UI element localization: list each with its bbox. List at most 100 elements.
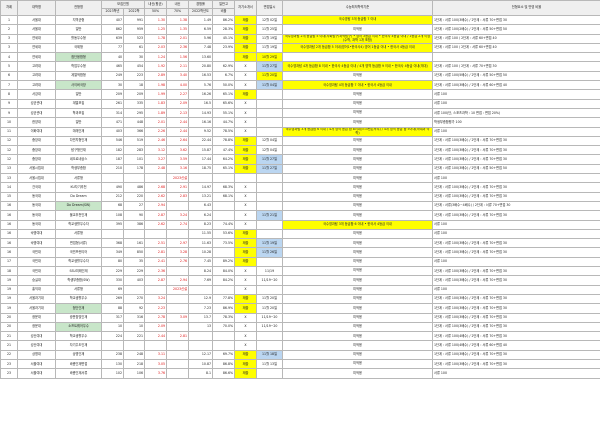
cell-n23: 229 (101, 265, 124, 277)
table-row: 16 국민대 국민프런티어 349 850 2.81 3.28 10.28 제출 11월 26일 미… (0, 247, 600, 258)
cell-g70: 3.40 (166, 70, 190, 82)
cell-n23: 546 (101, 135, 124, 147)
cell-csat: 미적용 (282, 107, 434, 119)
cell-date (256, 340, 284, 351)
cell-g70: 3.24 (166, 210, 190, 221)
cell-n23 (101, 340, 124, 351)
cell-g50: 2.51 (144, 238, 168, 249)
cell-g70: 2.36 (166, 42, 190, 54)
cell-fill (212, 52, 236, 63)
cell-g70: 2.44 (166, 126, 190, 137)
cell-g70: 3.59 (166, 154, 190, 165)
cell-type: 지역균형 (55, 14, 102, 26)
cell-comp: 13.60 (188, 52, 214, 63)
cell-date (256, 200, 284, 212)
cell-n22: 486 (122, 182, 146, 193)
cell-self: 제출 (234, 349, 258, 361)
cell-type: 국제형 (55, 42, 102, 54)
cell-fill: 84.2% (212, 275, 236, 286)
cell-g70: 3.09 (166, 312, 190, 323)
cell-g50: 3.24 (144, 293, 168, 305)
cell-self: 제출 (234, 89, 258, 100)
cell-n22: 316 (122, 312, 146, 323)
cell-g70: 2.94 (166, 275, 190, 286)
table-row: 15 동국대 Do Dream 212 220 2.62 2.83 13.21 68.1% X 미적… (0, 191, 600, 202)
cell-g50: 2.78 (144, 312, 168, 323)
cell-self: X (234, 191, 258, 202)
cell-self: 제출 (234, 135, 258, 147)
col-grade-70: 70% (166, 8, 190, 16)
cell-self: X (234, 340, 258, 351)
cell-self: X (234, 219, 258, 230)
cell-csat: 미적용 (282, 154, 434, 165)
table-row: 10 한양대 일반 471 448 2.01 2.44 16.16 44.7% X 미적용 학생부종합… (0, 117, 600, 128)
cell-date (256, 173, 284, 184)
cell-g70: 2023신설 (166, 173, 190, 184)
cell-g50: 1.89 (144, 107, 168, 119)
cell-ratio: 1단계 : 서류 100(3배수) / 2단계 : 서류 70+면접 30 (432, 349, 600, 361)
cell-g70: 1.38 (166, 14, 190, 26)
cell-univ: 동국대 (17, 191, 56, 202)
cell-date: 11월 26일 (256, 247, 284, 258)
cell-n22: 366 (122, 126, 146, 137)
cell-n22: 270 (122, 293, 146, 305)
cell-n23: 80 (101, 256, 124, 268)
cell-type: 소프트웨어우수 (55, 321, 102, 333)
cell-univ: 중앙대 (17, 135, 56, 147)
table-row: 17 국민대 학교생활우수자 80 35 2.41 2.76 7.45 89.2% 제출 미적용 서류… (0, 256, 600, 268)
col-grade-50: 50% (144, 8, 168, 16)
cell-type: 일반 (55, 89, 102, 100)
cell-n23: 249 (101, 70, 124, 82)
cell-g50 (144, 284, 168, 295)
admissions-table: 차례 대학명 전형명 모집인원 내신(평균) 내신 경쟁률 일반고 자기소개서 … (0, 0, 600, 379)
cell-ratio: 1단계 : 서류 100 / 2단계 : 서류 70+면접 30 (432, 61, 600, 72)
cell-comp: 13.7 (188, 312, 214, 323)
cell-g70: 2.64 (166, 135, 190, 147)
cell-date (256, 107, 284, 119)
cell-n23: 108 (101, 210, 124, 221)
cell-g70: 2.44 (166, 117, 190, 128)
cell-g70: 2.13 (166, 107, 190, 119)
cell-g50: 1.24 (144, 52, 168, 63)
cell-n22: 295 (122, 107, 146, 119)
cell-fill: 68.1% (212, 191, 236, 202)
cell-g70 (166, 368, 190, 379)
cell-n23: 30 (101, 80, 124, 91)
cell-seq: 4 (0, 52, 18, 63)
cell-csat: 미적용 (282, 145, 434, 156)
cell-n23: 349 (101, 247, 124, 258)
cell-n23 (101, 228, 124, 240)
cell-self: 제출 (234, 52, 258, 63)
cell-ratio: 1단계 : 서류 100(3배수) / 2단계 : 서류 70+면접 30 (432, 154, 600, 165)
cell-n22: 35 (122, 256, 146, 268)
cell-type: 상명인재 (55, 349, 102, 361)
table-row: 19 홍익대 서류형 69 2023신설 X 미적용 서류 100 (0, 284, 600, 295)
cell-self: 제출 (234, 42, 258, 54)
cell-comp: 18.75 (188, 163, 214, 175)
cell-n22: 218 (122, 358, 146, 370)
cell-n22: 283 (122, 145, 146, 156)
cell-type: 바롬인재면접 (55, 358, 102, 370)
header-row: 차례 대학명 전형명 모집인원 내신(평균) 내신 경쟁률 일반고 자기소개서 … (0, 0, 600, 16)
cell-ratio: 서류 100 (432, 284, 600, 295)
cell-g50: 1.25 (144, 24, 168, 35)
cell-self: 제출 (234, 358, 258, 370)
cell-comp: 7.69 (188, 275, 214, 286)
col-self: 자기소개서 (234, 0, 258, 16)
cell-comp: 13.21 (188, 191, 214, 202)
cell-n22: 92 (122, 303, 146, 314)
cell-ratio: 1단계 : 서류 100(3배수) / 2단계 : 서류 70+면접 30 (432, 191, 600, 202)
cell-n22: 27 (122, 200, 146, 212)
table-row: 19 서울과기대 학교생활우수 269 270 3.24 12.9 77.8% 제출 11월 20… (0, 293, 600, 305)
cell-n22: 523 (122, 33, 146, 44)
col-fill-sub: 비율 (212, 8, 236, 16)
cell-n22: 10 (122, 321, 146, 333)
cell-seq: 19 (0, 275, 18, 286)
cell-g70: 3.16 (166, 163, 190, 175)
cell-date (256, 284, 284, 295)
cell-n23 (101, 173, 124, 184)
cell-n23: 403 (101, 126, 124, 137)
cell-csat: 미적용 (282, 173, 434, 184)
cell-fill: 62.9% (212, 61, 236, 72)
cell-date: 11월 19일 (256, 33, 284, 44)
